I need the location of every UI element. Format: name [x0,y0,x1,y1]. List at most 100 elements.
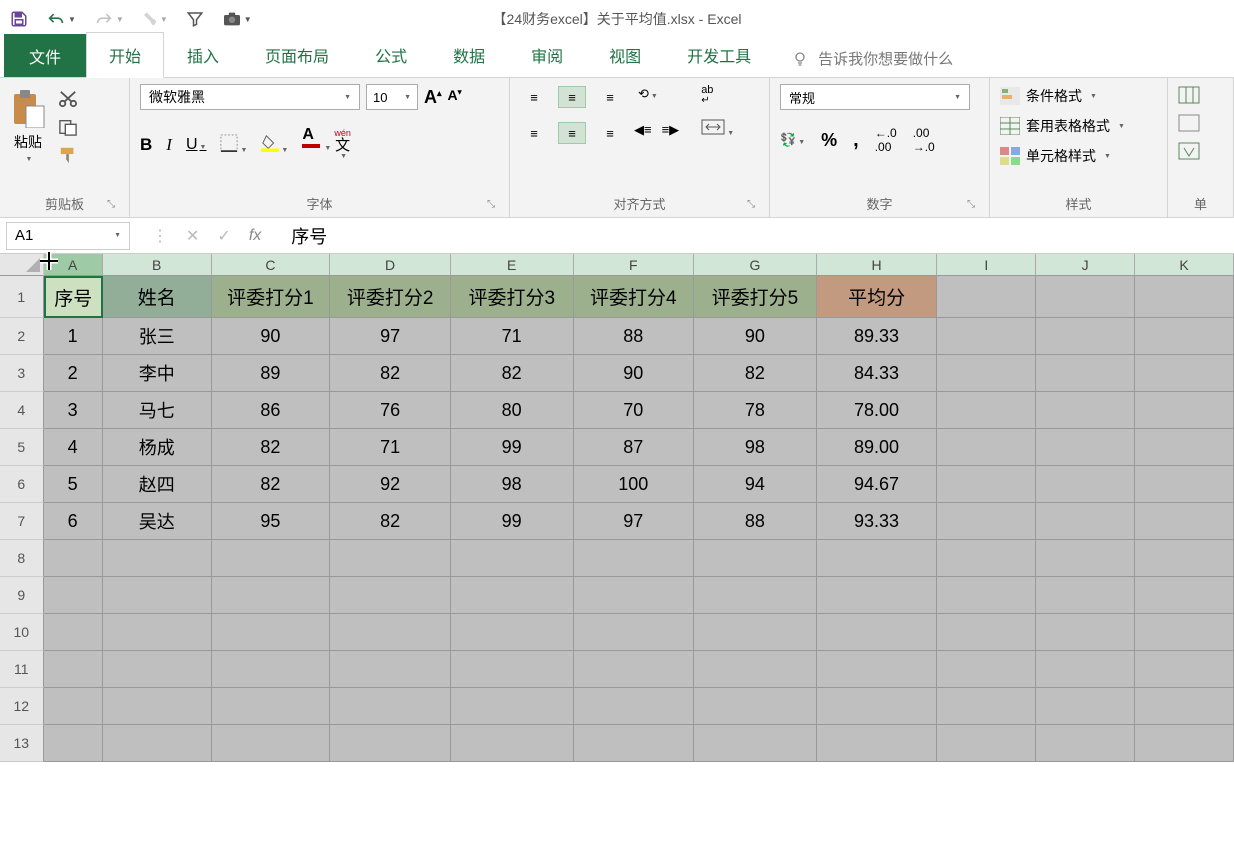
cell[interactable]: 6 [44,503,103,540]
cell[interactable]: 5 [44,466,103,503]
cell[interactable] [451,688,574,725]
conditional-format-button[interactable]: 条件格式▼ [1000,86,1125,106]
row-header[interactable]: 9 [0,577,44,614]
cell[interactable]: 评委打分2 [330,276,451,318]
cell[interactable]: 98 [694,429,817,466]
border-icon[interactable]: ▼ [220,134,247,155]
cell[interactable] [1135,392,1234,429]
cell[interactable] [937,392,1036,429]
cell[interactable]: 84.33 [817,355,938,392]
cell[interactable] [451,577,574,614]
cell[interactable] [937,355,1036,392]
tab-home[interactable]: 开始 [86,32,164,78]
cell[interactable] [1036,725,1135,762]
cell[interactable]: 78 [694,392,817,429]
tab-file[interactable]: 文件 [4,34,86,77]
cell[interactable] [103,540,212,577]
font-launcher-icon[interactable]: ⤡ [485,199,497,211]
cell[interactable] [1036,276,1135,318]
cell[interactable] [103,577,212,614]
cell-styles-button[interactable]: 单元格样式▼ [1000,146,1125,166]
cell[interactable]: 吴达 [103,503,212,540]
cell[interactable] [574,725,695,762]
cell[interactable] [817,614,938,651]
cell[interactable] [817,540,938,577]
undo-icon[interactable]: ▼ [46,11,76,27]
align-middle-icon[interactable]: ≡ [558,86,586,108]
decrease-decimal-icon[interactable]: .00→.0 [913,126,935,154]
cell[interactable] [1036,688,1135,725]
cell[interactable] [1135,614,1234,651]
cell[interactable]: 94 [694,466,817,503]
fx-icon[interactable]: fx [249,227,261,245]
format-table-button[interactable]: 套用表格格式▼ [1000,116,1125,136]
cell[interactable]: 2 [44,355,103,392]
cut-icon[interactable] [56,90,80,108]
cell[interactable]: 89.33 [817,318,938,355]
cell[interactable] [574,540,695,577]
row-header[interactable]: 5 [0,429,44,466]
cell[interactable]: 90 [574,355,695,392]
number-format-select[interactable]: 常规▼ [780,84,970,110]
cell[interactable] [212,540,331,577]
cell[interactable]: 95 [212,503,331,540]
cell[interactable] [1135,540,1234,577]
col-header[interactable]: D [330,254,451,276]
cancel-icon[interactable]: ✕ [186,226,199,246]
col-header[interactable]: H [817,254,938,276]
cell[interactable] [44,688,103,725]
tab-formulas[interactable]: 公式 [352,32,430,77]
cell[interactable] [44,577,103,614]
shrink-font-icon[interactable]: A▾ [448,87,462,108]
cell[interactable] [937,429,1036,466]
italic-button[interactable]: I [166,135,172,155]
paste-icon[interactable] [10,88,46,128]
col-header[interactable]: B [103,254,212,276]
cell[interactable] [937,614,1036,651]
formula-input[interactable]: 序号 [277,223,1234,249]
underline-button[interactable]: U▼ [186,136,207,154]
cell[interactable] [44,725,103,762]
cell[interactable]: 杨成 [103,429,212,466]
cell[interactable]: 87 [574,429,695,466]
cell[interactable]: 90 [212,318,331,355]
cell[interactable]: 80 [451,392,574,429]
cell[interactable] [330,614,451,651]
cell[interactable]: 马七 [103,392,212,429]
cell[interactable]: 赵四 [103,466,212,503]
cell[interactable] [103,688,212,725]
tab-dev[interactable]: 开发工具 [664,32,774,77]
cell[interactable]: 82 [330,355,451,392]
cell[interactable]: 99 [451,503,574,540]
cell[interactable]: 4 [44,429,103,466]
insert-cells-icon[interactable] [1178,86,1200,104]
col-header[interactable]: C [212,254,331,276]
row-header[interactable]: 1 [0,276,44,318]
percent-icon[interactable]: % [821,130,837,151]
cell[interactable] [574,651,695,688]
cell[interactable] [330,725,451,762]
tab-layout[interactable]: 页面布局 [242,32,352,77]
cell[interactable] [694,725,817,762]
cell[interactable]: 88 [574,318,695,355]
cell[interactable]: 李中 [103,355,212,392]
cell[interactable] [694,651,817,688]
paste-dropdown-icon[interactable]: ▼ [26,156,33,163]
cell[interactable] [937,725,1036,762]
cell[interactable] [330,651,451,688]
align-center-icon[interactable]: ≡ [558,122,586,144]
grow-font-icon[interactable]: A▴ [424,87,442,108]
cell[interactable] [451,540,574,577]
row-header[interactable]: 2 [0,318,44,355]
cell[interactable]: 90 [694,318,817,355]
cell[interactable] [451,651,574,688]
tab-data[interactable]: 数据 [430,32,508,77]
cell[interactable] [937,651,1036,688]
row-header[interactable]: 8 [0,540,44,577]
cell[interactable] [1135,355,1234,392]
cell[interactable]: 89.00 [817,429,938,466]
cell[interactable] [330,577,451,614]
cell[interactable]: 评委打分4 [574,276,695,318]
delete-cells-icon[interactable] [1178,114,1200,132]
font-color-icon[interactable]: A▼ [302,126,320,163]
